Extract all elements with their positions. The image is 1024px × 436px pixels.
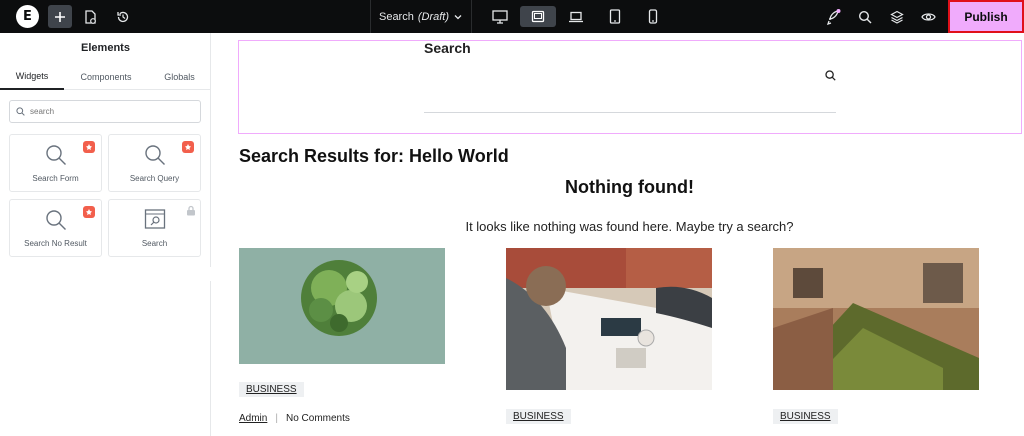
device-tablet-landscape-button[interactable] — [520, 6, 556, 27]
post-image[interactable] — [773, 248, 979, 390]
page-settings-button[interactable] — [82, 8, 100, 26]
device-desktop-button[interactable] — [482, 6, 518, 27]
search-widget-heading: Search — [424, 40, 471, 56]
widget-label: Search — [141, 239, 168, 248]
page-settings-icon — [85, 9, 96, 24]
widget-search-form[interactable]: Search Form — [9, 134, 102, 192]
mobile-icon — [648, 9, 658, 24]
widget-label: Search Query — [129, 174, 180, 183]
widget-search-field[interactable] — [9, 100, 201, 123]
history-button[interactable] — [114, 8, 132, 26]
elements-panel: Elements Widgets Components Globals Sear… — [0, 33, 211, 436]
desktop-icon — [492, 9, 508, 24]
chevron-down-icon — [454, 14, 462, 19]
search-icon — [109, 143, 200, 169]
history-icon — [117, 11, 129, 23]
preview-button[interactable] — [918, 7, 938, 27]
nothing-found-heading: Nothing found! — [565, 177, 694, 197]
elementor-logo-icon: E — [23, 9, 32, 24]
finder-button[interactable] — [855, 7, 875, 27]
search-box-icon — [109, 208, 200, 234]
tab-components[interactable]: Components — [64, 64, 148, 90]
building-image — [773, 248, 979, 390]
document-name: Search — [378, 10, 414, 23]
search-icon — [858, 10, 872, 24]
laptop-icon — [569, 11, 583, 22]
search-icon — [16, 107, 25, 116]
author-link[interactable]: Admin — [239, 413, 267, 424]
elementor-logo-button[interactable]: E — [16, 5, 39, 28]
device-mobile-button[interactable] — [635, 6, 671, 27]
whats-new-button[interactable] — [823, 7, 843, 27]
panel-tabs: Widgets Components Globals — [0, 64, 211, 90]
device-tablet-button[interactable] — [597, 6, 633, 27]
tablet-landscape-icon — [531, 10, 545, 23]
widget-label: Search No Result — [24, 239, 87, 248]
search-icon — [10, 143, 101, 169]
widget-search-no-result[interactable]: Search No Result — [9, 199, 102, 257]
widget-label: Search Form — [32, 174, 79, 183]
document-state: (Draft) — [417, 10, 450, 23]
post-image[interactable] — [239, 248, 445, 364]
tab-widgets[interactable]: Widgets — [0, 64, 64, 90]
meta-separator: | — [275, 413, 278, 424]
post-image[interactable] — [506, 248, 712, 390]
structure-button[interactable] — [887, 7, 907, 27]
selected-search-widget[interactable] — [238, 40, 1022, 134]
publish-button[interactable]: Publish — [948, 0, 1024, 33]
category-badge[interactable]: BUSINESS — [239, 382, 304, 397]
tablet-icon — [609, 9, 621, 24]
search-input-underline[interactable] — [424, 112, 836, 113]
editor-canvas: Search Search Results for: Hello World N… — [212, 33, 1024, 436]
widget-search-query[interactable]: Search Query — [108, 134, 201, 192]
top-toolbar: E Search (Draft) Publish — [0, 0, 1024, 33]
nothing-found-text: It looks like nothing was found here. Ma… — [465, 219, 794, 234]
search-icon[interactable] — [825, 70, 836, 81]
plus-icon — [55, 11, 65, 22]
plant-image — [301, 260, 377, 336]
rocket-icon — [826, 9, 841, 25]
add-element-button[interactable] — [48, 5, 72, 28]
device-laptop-button[interactable] — [558, 6, 594, 27]
tab-globals[interactable]: Globals — [148, 64, 211, 90]
widget-search[interactable]: Search — [108, 199, 201, 257]
document-title-dropdown[interactable]: Search (Draft) — [370, 0, 472, 33]
meeting-image — [506, 248, 712, 390]
eye-icon — [920, 13, 936, 21]
widget-search-input[interactable] — [30, 107, 180, 116]
results-title: Search Results for: Hello World — [239, 146, 509, 166]
search-icon — [10, 208, 101, 234]
category-badge[interactable]: BUSINESS — [506, 409, 571, 424]
panel-title: Elements — [81, 42, 130, 54]
post-meta: Admin | No Comments — [239, 413, 350, 424]
layers-icon — [890, 10, 904, 24]
comments-count: No Comments — [285, 413, 350, 424]
category-badge[interactable]: BUSINESS — [773, 409, 838, 424]
